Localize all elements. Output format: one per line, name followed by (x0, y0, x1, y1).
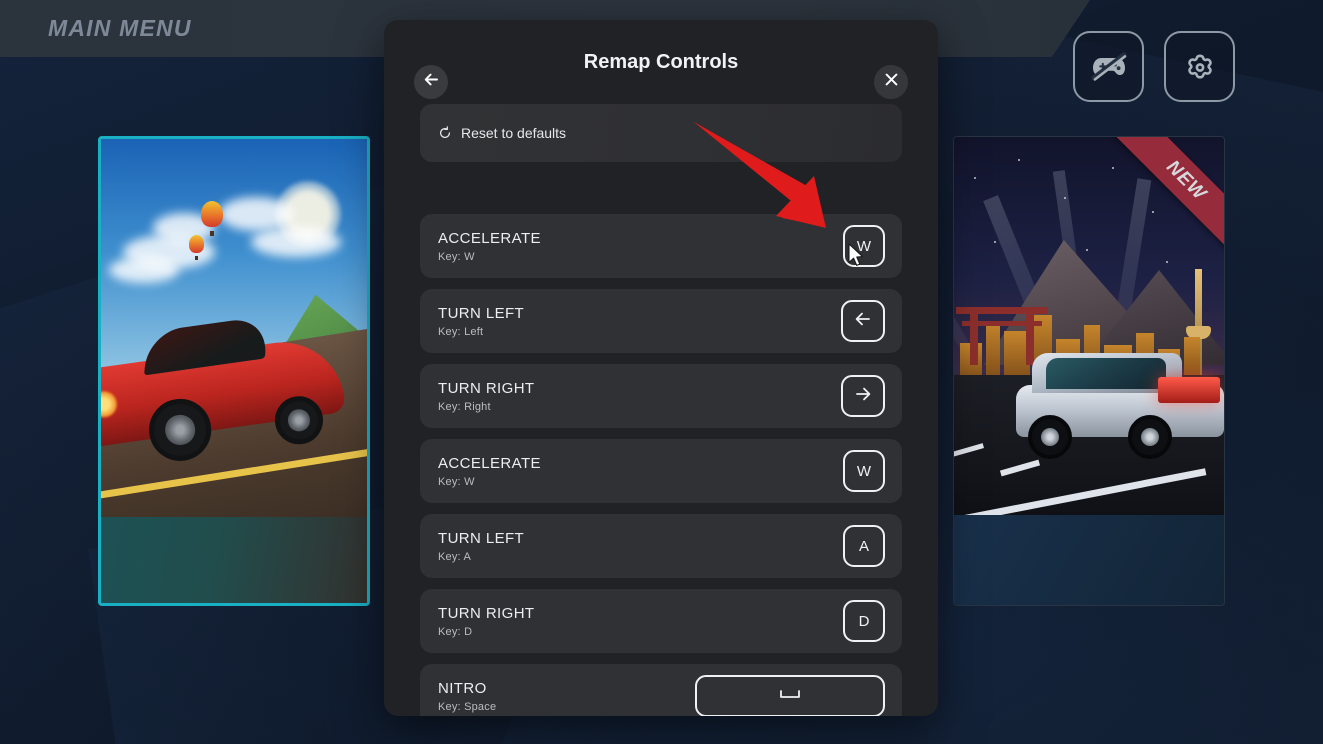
binding-action: NITRO (438, 679, 487, 697)
binding-texts: TURN RIGHT Key: D (438, 605, 535, 638)
binding-action: TURN RIGHT (438, 379, 535, 397)
binding-action: TURN LEFT (438, 529, 525, 547)
table-row[interactable]: TURN LEFT Key: A A (420, 514, 902, 578)
binding-texts: TURN RIGHT Key: Right (438, 380, 535, 413)
close-icon (883, 71, 900, 93)
binding-key-label: Key: Right (438, 400, 491, 413)
arrow-left-icon (422, 70, 441, 94)
binding-texts: ACCELERATE Key: W (438, 230, 541, 263)
keycap-button[interactable] (841, 300, 885, 342)
reset-icon (438, 126, 452, 140)
world-tour-artwork (101, 139, 367, 517)
dialog-title: Remap Controls (583, 50, 739, 73)
keycap-button[interactable]: D (843, 600, 885, 642)
table-row[interactable]: ACCELERATE Key: W W (420, 439, 902, 503)
top-actions (1073, 31, 1235, 102)
table-row[interactable]: NITRO Key: Space (420, 664, 902, 716)
binding-key-label: Key: D (438, 625, 473, 638)
keycap-button[interactable] (841, 375, 885, 417)
arrow-right-icon (853, 384, 873, 408)
settings-button[interactable] (1164, 31, 1235, 102)
table-row[interactable]: TURN RIGHT Key: Right (420, 364, 902, 428)
binding-action: ACCELERATE (438, 229, 541, 247)
world-tour-footer: WORLD TOUR (101, 517, 367, 603)
binding-key-label: Key: W (438, 250, 475, 263)
binding-action: TURN RIGHT (438, 604, 535, 622)
store-footer: STORE (954, 515, 1224, 605)
menu-card-world-tour[interactable]: WORLD TOUR (98, 136, 370, 606)
binding-texts: ACCELERATE Key: W (438, 455, 541, 488)
page-title: MAIN MENU (48, 15, 192, 41)
binding-action: ACCELERATE (438, 454, 541, 472)
keycap-button-space[interactable] (695, 675, 885, 716)
keycap-button[interactable]: A (843, 525, 885, 567)
store-artwork: NEW (954, 137, 1224, 515)
binding-texts: NITRO Key: Space (438, 680, 496, 713)
binding-key-label: Key: W (438, 475, 475, 488)
gear-icon (1182, 49, 1218, 85)
remap-controls-dialog: Remap Controls Reset to defaults ACCELER… (384, 20, 938, 716)
binding-key-label: Key: Space (438, 700, 497, 713)
menu-card-store[interactable]: NEW STORE (953, 136, 1225, 606)
binding-action: TURN LEFT (438, 304, 525, 322)
game-main-menu-screen: MAIN MENU NEW Remap Controls Reset to de… (0, 0, 1323, 744)
dialog-body: Reset to defaults ACCELERATE Key: W W TU… (384, 104, 938, 716)
binding-texts: TURN LEFT Key: A (438, 530, 524, 563)
controller-disconnected-icon (1090, 51, 1128, 82)
store-car (1016, 347, 1224, 459)
spacebar-icon (779, 688, 801, 705)
binding-texts: TURN LEFT Key: Left (438, 305, 524, 338)
keycap-button[interactable]: W (843, 225, 885, 267)
close-button[interactable] (874, 65, 908, 99)
arrow-left-icon (853, 309, 873, 333)
back-button[interactable] (414, 65, 448, 99)
binding-key-label: Key: A (438, 550, 471, 563)
dialog-header: Remap Controls (384, 20, 938, 104)
table-row[interactable]: TURN LEFT Key: Left (420, 289, 902, 353)
keycap-button[interactable]: W (843, 450, 885, 492)
reset-to-defaults-button[interactable]: Reset to defaults (420, 104, 902, 162)
table-row[interactable]: TURN RIGHT Key: D D (420, 589, 902, 653)
binding-key-label: Key: Left (438, 325, 484, 338)
controller-status-button[interactable] (1073, 31, 1144, 102)
reset-to-defaults-label: Reset to defaults (461, 125, 567, 141)
table-row[interactable]: ACCELERATE Key: W W (420, 214, 902, 278)
